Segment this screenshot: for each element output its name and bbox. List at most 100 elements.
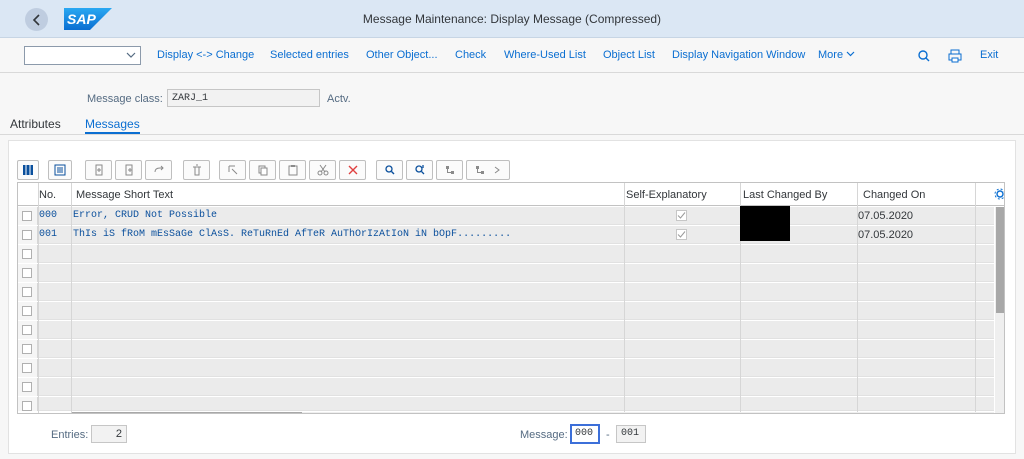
col-short-text-header[interactable]: Message Short Text	[76, 189, 173, 201]
row-selector[interactable]	[18, 283, 38, 301]
insert-row-button[interactable]	[85, 160, 112, 180]
check-icon	[677, 212, 686, 219]
gear-icon[interactable]	[994, 188, 1005, 200]
row-no: 001	[39, 229, 58, 240]
tabs-divider	[0, 134, 1024, 135]
row-checkbox[interactable]	[22, 325, 32, 335]
hierarchy-menu-button[interactable]	[466, 160, 510, 180]
print-icon[interactable]	[947, 48, 963, 64]
column-separator	[38, 183, 39, 413]
tab-attributes[interactable]: Attributes	[10, 117, 61, 131]
row-selector[interactable]	[18, 207, 38, 225]
copy-button[interactable]	[249, 160, 276, 180]
row-checkbox[interactable]	[22, 363, 32, 373]
table-row-empty[interactable]	[18, 264, 994, 282]
cut-button[interactable]	[309, 160, 336, 180]
search-icon[interactable]	[916, 48, 932, 64]
display-change-button[interactable]: Display <-> Change	[157, 49, 254, 61]
page-title: Message Maintenance: Display Message (Co…	[362, 12, 662, 26]
insert-row-icon	[95, 164, 102, 176]
row-checkbox[interactable]	[22, 344, 32, 354]
row-checkbox[interactable]	[22, 230, 32, 240]
col-last-changed-by-header[interactable]: Last Changed By	[743, 189, 827, 201]
hierarchy-icon	[476, 166, 484, 174]
table-row-empty[interactable]	[18, 397, 994, 411]
row-selector[interactable]	[18, 359, 38, 377]
find-next-button[interactable]	[406, 160, 433, 180]
row-checkbox[interactable]	[22, 287, 32, 297]
select-all-button[interactable]	[219, 160, 246, 180]
find-button[interactable]	[376, 160, 403, 180]
more-menu-button[interactable]: More	[818, 49, 855, 61]
table-row[interactable]: 001 ThIs iS fRoM mEsSaGe ClAsS. ReTuRnEd…	[18, 226, 994, 244]
horizontal-scrollbar-thumb[interactable]	[72, 412, 302, 413]
table-row-empty[interactable]	[18, 245, 994, 263]
table-row-empty[interactable]	[18, 302, 994, 320]
row-checkbox[interactable]	[22, 268, 32, 278]
table-row-empty[interactable]	[18, 378, 994, 396]
message-class-field[interactable]: ZARJ_1	[167, 89, 320, 107]
row-checkbox[interactable]	[22, 211, 32, 221]
row-selector[interactable]	[18, 397, 38, 411]
cancel-button[interactable]	[339, 160, 366, 180]
col-self-explanatory-header[interactable]: Self-Explanatory	[626, 189, 707, 201]
other-object-button[interactable]: Other Object...	[366, 49, 438, 61]
table-row-empty[interactable]	[18, 359, 994, 377]
row-selector[interactable]	[18, 226, 38, 244]
row-selector[interactable]	[18, 321, 38, 339]
more-label: More	[818, 49, 844, 61]
table-row-empty[interactable]	[18, 321, 994, 339]
table-row-empty[interactable]	[18, 340, 994, 358]
col-changed-on-header[interactable]: Changed On	[863, 189, 925, 201]
display-navigation-window-button[interactable]: Display Navigation Window	[672, 49, 805, 61]
table-row-empty[interactable]	[18, 283, 994, 301]
column-separator	[857, 183, 858, 413]
row-checkbox[interactable]	[22, 306, 32, 316]
exit-button[interactable]: Exit	[980, 49, 998, 61]
chevron-down-icon	[846, 51, 855, 57]
delete-button[interactable]	[183, 160, 210, 180]
trash-icon	[192, 164, 201, 176]
table-row[interactable]: 000 Error, CRUD Not Possible 07.05.2020	[18, 207, 994, 225]
paste-button[interactable]	[279, 160, 306, 180]
select-layout-button[interactable]	[17, 160, 39, 180]
self-explanatory-checkbox	[676, 229, 687, 240]
search-icon	[384, 165, 394, 175]
row-selector[interactable]	[18, 378, 38, 396]
row-selector[interactable]	[18, 264, 38, 282]
row-checkbox[interactable]	[22, 249, 32, 259]
redo-button[interactable]	[145, 160, 172, 180]
append-row-icon	[125, 164, 132, 176]
row-changed-on: 07.05.2020	[858, 229, 914, 241]
row-selector[interactable]	[18, 340, 38, 358]
row-checkbox[interactable]	[22, 401, 32, 411]
selected-entries-button[interactable]: Selected entries	[270, 49, 349, 61]
range-dash: -	[606, 429, 610, 441]
details-button[interactable]	[48, 160, 72, 180]
search-next-icon	[414, 165, 424, 175]
column-separator	[624, 183, 625, 413]
scissors-icon	[317, 164, 328, 176]
entries-label: Entries:	[51, 429, 89, 441]
check-button[interactable]: Check	[455, 49, 486, 61]
row-selector[interactable]	[18, 302, 38, 320]
column-separator	[71, 183, 72, 413]
message-to-field[interactable]: 001	[616, 425, 646, 443]
object-list-button[interactable]: Object List	[603, 49, 655, 61]
where-used-list-button[interactable]: Where-Used List	[504, 49, 586, 61]
tab-messages[interactable]: Messages	[85, 117, 140, 131]
row-selector[interactable]	[18, 245, 38, 263]
grid-icon	[23, 165, 33, 175]
row-short-text[interactable]: Error, CRUD Not Possible	[73, 210, 217, 221]
message-from-input[interactable]: 000	[570, 424, 600, 444]
vertical-scrollbar-thumb[interactable]	[996, 207, 1004, 313]
row-short-text[interactable]: ThIs iS fRoM mEsSaGe ClAsS. ReTuRnEd AfT…	[73, 229, 511, 240]
hierarchy-button[interactable]	[436, 160, 463, 180]
row-changed-on: 07.05.2020	[858, 210, 914, 222]
row-checkbox[interactable]	[22, 382, 32, 392]
col-no-header[interactable]: No.	[39, 189, 56, 201]
app-toolbar: Display <-> Change Selected entries Othe…	[0, 39, 1024, 73]
command-select[interactable]	[24, 46, 141, 65]
append-row-button[interactable]	[115, 160, 142, 180]
hierarchy-icon	[445, 166, 454, 174]
